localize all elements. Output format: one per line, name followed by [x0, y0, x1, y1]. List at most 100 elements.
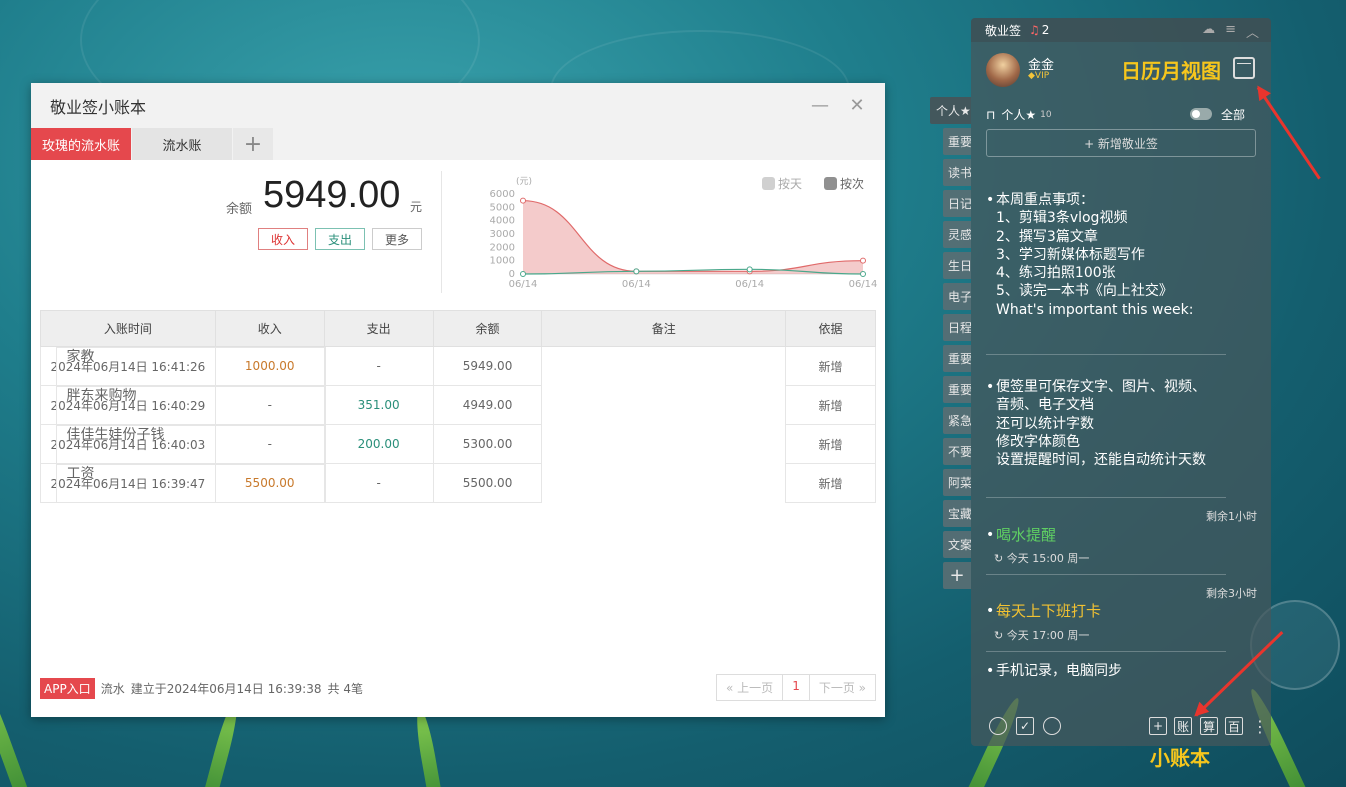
legend-by-day[interactable]: 按天: [762, 175, 802, 192]
note-item[interactable]: • 本周重点事项： 1、剪辑3条vlog视频 2、撰写3篇文章 3、学习新媒体标…: [986, 191, 1256, 319]
minimize-button[interactable]: —: [810, 95, 830, 116]
table-row[interactable]: 2024年06月14日 16:39:47 5500.00 - 5500.00 工…: [40, 463, 876, 503]
note-bullet: •: [986, 527, 995, 543]
toggle-switch[interactable]: [1190, 108, 1212, 120]
note-item[interactable]: • 便签里可保存文字、图片、视频、 音频、电子文档 还可以统计字数 修改字体颜色…: [986, 378, 1256, 469]
col-note[interactable]: 备注: [541, 310, 787, 347]
note-bullet: •: [986, 603, 995, 619]
filter-count: 10: [1040, 109, 1052, 120]
tag-item[interactable]: 不要: [943, 438, 971, 465]
vip-label: VIP: [1034, 71, 1050, 81]
income-button[interactable]: 收入: [258, 228, 308, 250]
entry-count: 共 4笔: [327, 682, 363, 696]
add-tab-button[interactable]: +: [233, 128, 273, 160]
cell-basis: 新增: [785, 424, 876, 464]
note-separator: [986, 497, 1226, 498]
page-number[interactable]: 1: [782, 674, 810, 701]
unit-label: (元): [516, 177, 532, 187]
tab-rose-ledger[interactable]: 玫瑰的流水账: [31, 128, 131, 160]
legend-label-day: 按天: [778, 177, 803, 191]
tag-item[interactable]: 阿菜: [943, 469, 971, 496]
repeat-icon: ↻: [994, 629, 1004, 642]
more-button[interactable]: 更多: [372, 228, 422, 250]
tag-item[interactable]: 宝藏: [943, 500, 971, 527]
tag-item[interactable]: 灵感: [943, 221, 971, 248]
table-header-row: 入账时间 收入 支出 余额 备注 依据: [40, 310, 876, 347]
search-icon[interactable]: [1043, 717, 1061, 735]
note-item[interactable]: • 喝水提醒: [986, 526, 1256, 544]
calendar-icon[interactable]: [1233, 57, 1255, 79]
add-icon[interactable]: +: [1149, 717, 1167, 735]
balance-unit: 元: [410, 200, 423, 214]
table-row[interactable]: 2024年06月14日 16:41:26 1000.00 - 5949.00 家…: [40, 346, 876, 386]
next-page-button[interactable]: 下一页 »: [808, 674, 876, 701]
ledger-tabs: 玫瑰的流水账 流水账 +: [31, 128, 885, 160]
tag-item[interactable]: 文案: [943, 531, 971, 558]
hundred-icon[interactable]: 百: [1225, 717, 1243, 735]
expense-button[interactable]: 支出: [315, 228, 365, 250]
cell-expense: 200.00: [323, 424, 434, 464]
note-item[interactable]: • 每天上下班打卡: [986, 602, 1256, 620]
add-tag-button[interactable]: +: [943, 562, 971, 589]
data-point: [520, 197, 526, 204]
tag-item[interactable]: 重要: [943, 128, 971, 155]
x-tick-label: 06/14: [735, 279, 764, 290]
col-expense[interactable]: 支出: [323, 310, 434, 347]
col-income[interactable]: 收入: [214, 310, 325, 347]
calculator-icon[interactable]: 算: [1200, 717, 1218, 735]
checkbox-icon[interactable]: ✓: [1016, 717, 1034, 735]
tag-item[interactable]: 重要: [943, 345, 971, 372]
menu-icon[interactable]: ≡: [1225, 22, 1236, 41]
scope-dropdown[interactable]: 全部: [1221, 106, 1245, 123]
tag-item[interactable]: 个人★: [930, 97, 971, 124]
close-button[interactable]: ✕: [847, 95, 867, 116]
account-book-icon[interactable]: 账: [1174, 717, 1192, 735]
remaining-time: 剩余1小时: [1206, 510, 1257, 523]
note-bullet: •: [986, 192, 995, 208]
table-row[interactable]: 2024年06月14日 16:40:29 - 351.00 4949.00 胖东…: [40, 385, 876, 425]
collapse-icon[interactable]: ︿: [1246, 22, 1259, 41]
note-text: 本周重点事项： 1、剪辑3条vlog视频 2、撰写3篇文章 3、学习新媒体标题写…: [996, 192, 1194, 318]
tab-ledger[interactable]: 流水账: [132, 128, 232, 160]
filter-label[interactable]: 个人★: [1001, 106, 1036, 123]
reminder-meta: ↻ 今天 17:00 周一: [994, 627, 1089, 643]
tag-item[interactable]: 生日: [943, 252, 971, 279]
alert-count: 2: [1041, 23, 1050, 37]
tag-item[interactable]: 日记: [943, 190, 971, 217]
tag-item[interactable]: 重要: [943, 376, 971, 403]
data-point: [860, 271, 866, 277]
cell-basis: 新增: [785, 463, 876, 503]
tag-item[interactable]: 读书: [943, 159, 971, 186]
app-entry-button[interactable]: APP入口: [40, 678, 95, 699]
x-tick-label: 06/14: [622, 279, 651, 290]
legend-by-entry[interactable]: 按次: [824, 175, 864, 192]
balance-amount: 5949.00: [263, 174, 401, 216]
col-time[interactable]: 入账时间: [40, 310, 216, 347]
cloud-icon[interactable]: ☁: [1202, 22, 1215, 41]
tag-item[interactable]: 电子: [943, 283, 971, 310]
prev-page-button[interactable]: « 上一页: [716, 674, 784, 701]
new-note-button[interactable]: + 新增敬业签: [986, 129, 1256, 157]
note-item[interactable]: • 手机记录，电脑同步: [986, 662, 1256, 680]
balance-summary: 余额 5949.00 元 收入 支出 更多: [31, 160, 441, 295]
note-text: 喝水提醒: [996, 526, 1057, 544]
table-row[interactable]: 2024年06月14日 16:40:03 - 200.00 5300.00 佳佳…: [40, 424, 876, 464]
col-balance[interactable]: 余额: [432, 310, 543, 347]
x-tick-label: 06/14: [509, 279, 538, 290]
reminder-meta: ↻ 今天 15:00 周一: [994, 550, 1089, 566]
cell-basis: 新增: [785, 385, 876, 425]
avatar[interactable]: [986, 53, 1020, 87]
tag-item[interactable]: 日程: [943, 314, 971, 341]
bell-icon[interactable]: ♫: [1029, 23, 1040, 37]
y-tick-label: 6000: [490, 189, 515, 200]
y-tick-label: 4000: [490, 216, 515, 227]
col-basis[interactable]: 依据: [785, 310, 876, 347]
tag-item[interactable]: 紧急: [943, 407, 971, 434]
cell-expense: 351.00: [323, 385, 434, 425]
panel-bottom-bar: ✓ + 账 算 百 ⋮: [971, 708, 1271, 746]
data-point: [633, 268, 640, 275]
tag-list: 个人★ 重要 读书 日记 灵感 生日 电子 日程 重要 重要 紧急 不要 阿菜 …: [930, 97, 971, 593]
more-icon[interactable]: ⋮: [1252, 717, 1268, 736]
clock-icon[interactable]: [989, 717, 1007, 735]
y-tick-label: 5000: [490, 202, 515, 213]
